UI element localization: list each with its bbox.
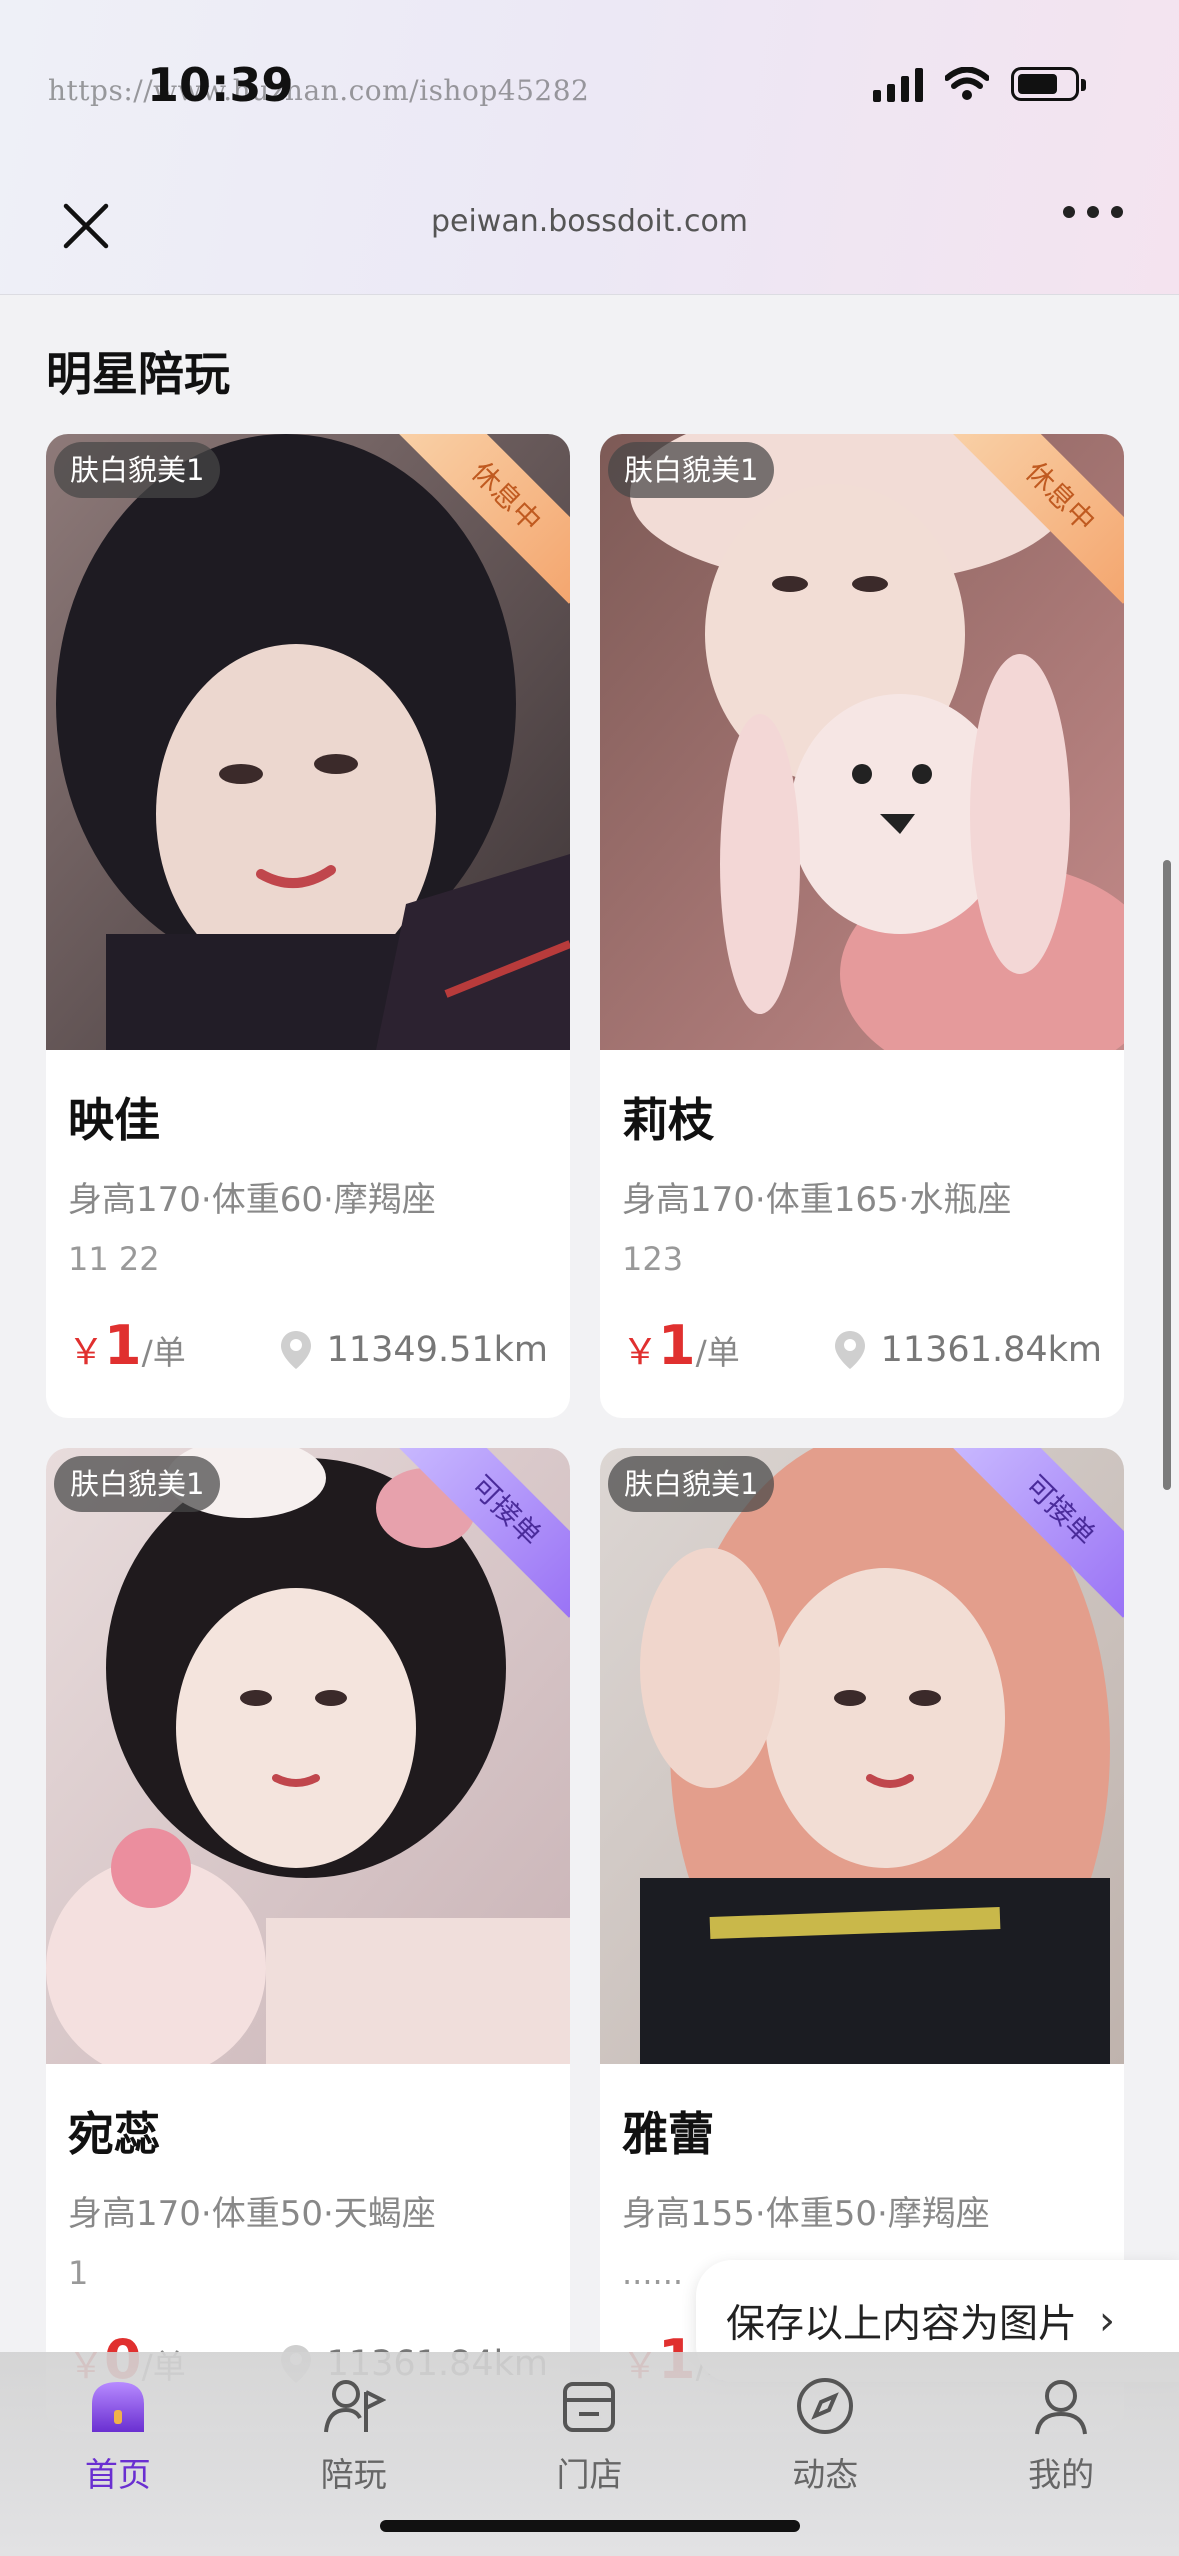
watermark-text: https://www.huzhan.com/ishop45282 xyxy=(48,74,590,107)
cellular-signal-icon xyxy=(873,66,923,102)
page-url: peiwan.bossdoit.com xyxy=(430,204,749,239)
player-name: 映佳 xyxy=(68,1093,160,1147)
player-description: 11 22 xyxy=(68,1240,160,1278)
player-tag: 肤白貌美1 xyxy=(608,1456,775,1512)
profile-icon xyxy=(1035,2380,1088,2435)
player-card[interactable]: 肤白貌美1 可接单 宛蕊 身高170·体重50·天蝎座 1 ￥0/单 11361… xyxy=(46,1448,570,2432)
player-name: 莉枝 xyxy=(622,1093,714,1147)
player-attributes: 身高170·体重165·水瓶座 xyxy=(622,1180,1012,1220)
home-indicator[interactable] xyxy=(380,2520,800,2532)
player-price: ￥1/单 xyxy=(68,1314,186,1377)
location-pin-icon xyxy=(834,1331,865,1369)
player-card[interactable]: 肤白貌美1 休息中 莉枝 身高170·体重165·水瓶座 123 ￥1/单 11… xyxy=(600,434,1124,1418)
scrollbar[interactable] xyxy=(1163,860,1171,1490)
player-tag: 肤白貌美1 xyxy=(54,1456,221,1512)
tab-profile[interactable]: 我的 xyxy=(943,2352,1179,2556)
player-tag: 肤白貌美1 xyxy=(54,442,221,498)
player-attributes: 身高170·体重60·摩羯座 xyxy=(68,1180,436,1220)
home-icon xyxy=(91,2382,144,2432)
tab-home[interactable]: 首页 xyxy=(0,2352,236,2556)
more-options-icon[interactable] xyxy=(1063,206,1123,218)
section-title: 明星陪玩 xyxy=(46,347,230,401)
status-time: 10:39 xyxy=(147,58,294,112)
player-attributes: 身高155·体重50·摩羯座 xyxy=(622,2194,990,2234)
player-description: 1 xyxy=(68,2254,89,2292)
player-name: 雅蕾 xyxy=(622,2107,714,2161)
save-as-image-label: 保存以上内容为图片 xyxy=(726,2302,1078,2347)
player-attributes: 身高170·体重50·天蝎座 xyxy=(68,2194,436,2234)
player-distance: 11349.51km xyxy=(279,1329,548,1371)
player-icon xyxy=(323,2380,386,2433)
player-tag: 肤白貌美1 xyxy=(608,442,775,498)
player-card[interactable]: 肤白貌美1 休息中 映佳 身高170·体重60·摩羯座 11 22 ￥1/单 1… xyxy=(46,434,570,1418)
player-price: ￥1/单 xyxy=(622,1314,740,1377)
compass-icon xyxy=(797,2378,854,2434)
player-description: 123 xyxy=(622,1240,684,1278)
wifi-icon xyxy=(945,67,989,100)
player-distance: 11361.84km xyxy=(833,1329,1102,1371)
player-name: 宛蕊 xyxy=(68,2107,160,2161)
chevron-right-icon: › xyxy=(1099,2298,1116,2344)
location-pin-icon xyxy=(280,1331,311,1369)
battery-icon xyxy=(1011,67,1086,101)
status-icons xyxy=(873,66,1086,102)
store-icon xyxy=(563,2382,616,2432)
player-description: ...... xyxy=(622,2254,684,2292)
browser-header: https://www.huzhan.com/ishop45282 10:39 … xyxy=(0,0,1179,295)
